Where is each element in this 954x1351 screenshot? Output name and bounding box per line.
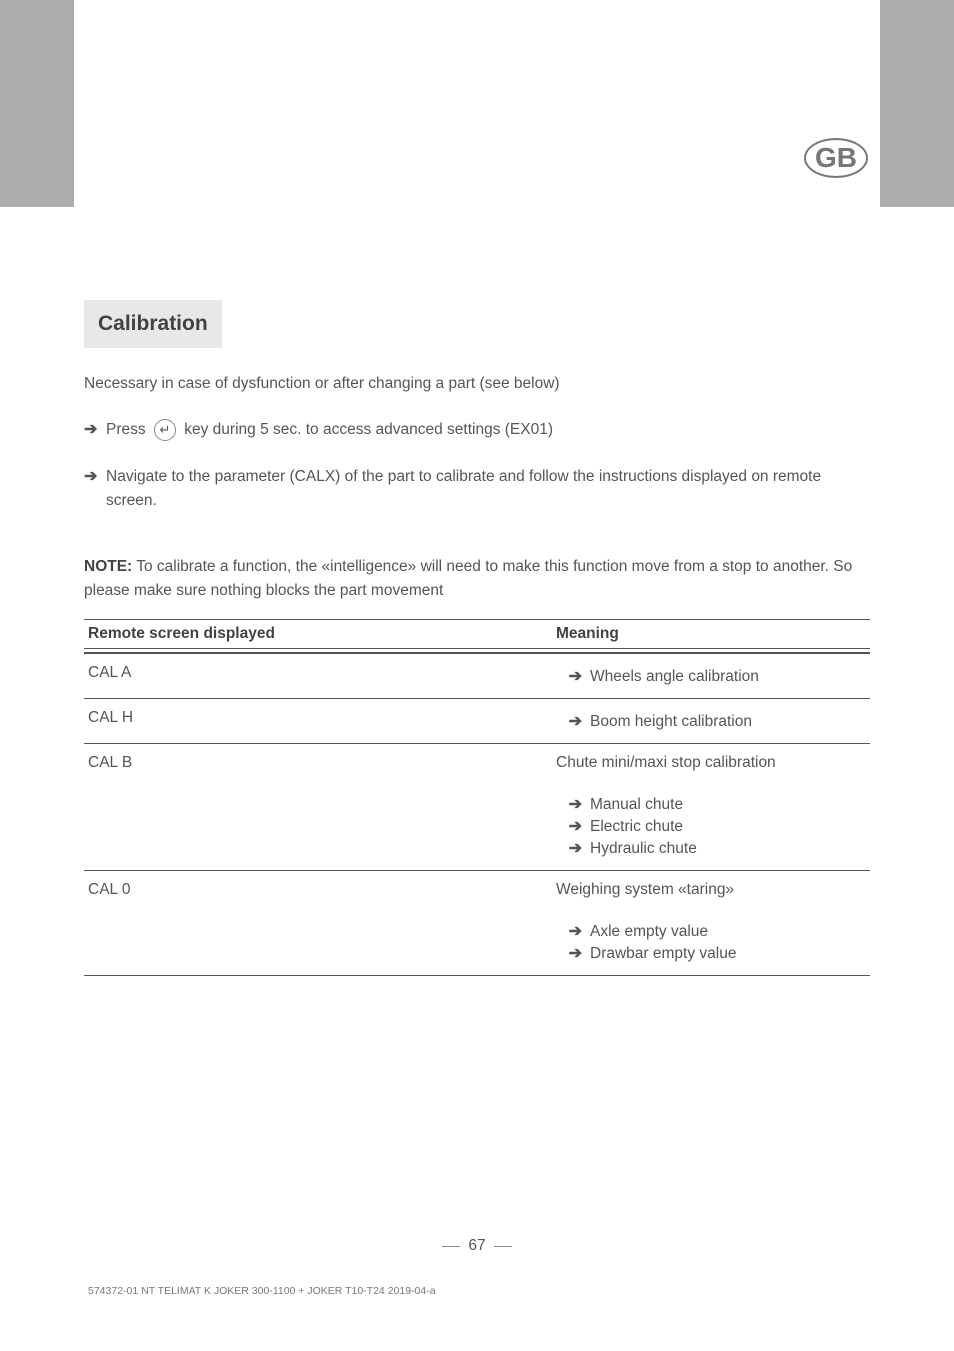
cell-meaning: Chute mini/maxi stop calibration ➔ Manua… (552, 752, 870, 862)
country-badge-label: GB (815, 142, 857, 174)
arrow-icon: ➔ (556, 666, 590, 686)
step-2-body: Navigate to the parameter (CALX) of the … (106, 465, 870, 513)
arrow-icon: ➔ (556, 921, 590, 941)
section-title: Calibration (84, 300, 222, 348)
arrow-icon: ➔ (84, 465, 106, 490)
meaning-text: Hydraulic chute (590, 840, 697, 858)
step-2: ➔ Navigate to the parameter (CALX) of th… (84, 465, 870, 513)
meaning-text: Boom height calibration (590, 713, 752, 731)
cell-code: CAL A (84, 662, 552, 690)
intro-text: Necessary in case of dysfunction or afte… (84, 372, 870, 396)
page-dash-icon (494, 1246, 512, 1247)
cell-code: CAL B (84, 752, 552, 862)
meaning-pre: Chute mini/maxi stop calibration (556, 754, 866, 772)
table-row: CAL A ➔ Wheels angle calibration (84, 654, 870, 699)
cell-meaning: ➔ Wheels angle calibration (552, 662, 870, 690)
page-content: Calibration Necessary in case of dysfunc… (84, 300, 870, 976)
arrow-icon: ➔ (556, 711, 590, 731)
note-label: NOTE: (84, 558, 132, 575)
arrow-icon: ➔ (556, 943, 590, 963)
note-body: To calibrate a function, the «intelligen… (84, 558, 852, 599)
table-row: CAL B Chute mini/maxi stop calibration ➔… (84, 744, 870, 871)
table-row: CAL 0 Weighing system «taring» ➔ Axle em… (84, 871, 870, 976)
arrow-icon: ➔ (84, 418, 106, 443)
cell-meaning: ➔ Boom height calibration (552, 707, 870, 735)
step-1-post: key during 5 sec. to access advanced set… (184, 421, 553, 438)
note-block: NOTE: To calibrate a function, the «inte… (84, 555, 870, 603)
meaning-pre: Weighing system «taring» (556, 881, 866, 899)
table-row: CAL H ➔ Boom height calibration (84, 699, 870, 744)
arrow-icon: ➔ (556, 838, 590, 858)
header-col-2: Meaning (552, 620, 870, 648)
header-col-1: Remote screen displayed (84, 620, 552, 648)
left-margin-band (0, 0, 74, 207)
meaning-text: Drawbar empty value (590, 945, 736, 963)
arrow-icon: ➔ (556, 794, 590, 814)
right-margin-band (880, 0, 954, 207)
meaning-text: Wheels angle calibration (590, 668, 759, 686)
enter-key-icon: ↵ (154, 419, 176, 441)
step-1-body: Press ↵ key during 5 sec. to access adva… (106, 418, 870, 442)
table-header-row: Remote screen displayed Meaning (84, 619, 870, 649)
page-number: 67 (0, 1237, 954, 1255)
cell-code: CAL H (84, 707, 552, 735)
page-number-value: 67 (468, 1237, 485, 1255)
cell-meaning: Weighing system «taring» ➔ Axle empty va… (552, 879, 870, 967)
arrow-icon: ➔ (556, 816, 590, 836)
step-1: ➔ Press ↵ key during 5 sec. to access ad… (84, 418, 870, 443)
meaning-text: Electric chute (590, 818, 683, 836)
country-badge: GB (804, 138, 868, 178)
cell-code: CAL 0 (84, 879, 552, 967)
page-dash-icon (442, 1246, 460, 1247)
meaning-text: Axle empty value (590, 923, 708, 941)
calibration-table: Remote screen displayed Meaning CAL A ➔ … (84, 619, 870, 976)
step-1-pre: Press (106, 421, 150, 438)
meaning-text: Manual chute (590, 796, 683, 814)
document-code: 574372-01 NT TELIMAT K JOKER 300-1100 + … (88, 1285, 436, 1297)
